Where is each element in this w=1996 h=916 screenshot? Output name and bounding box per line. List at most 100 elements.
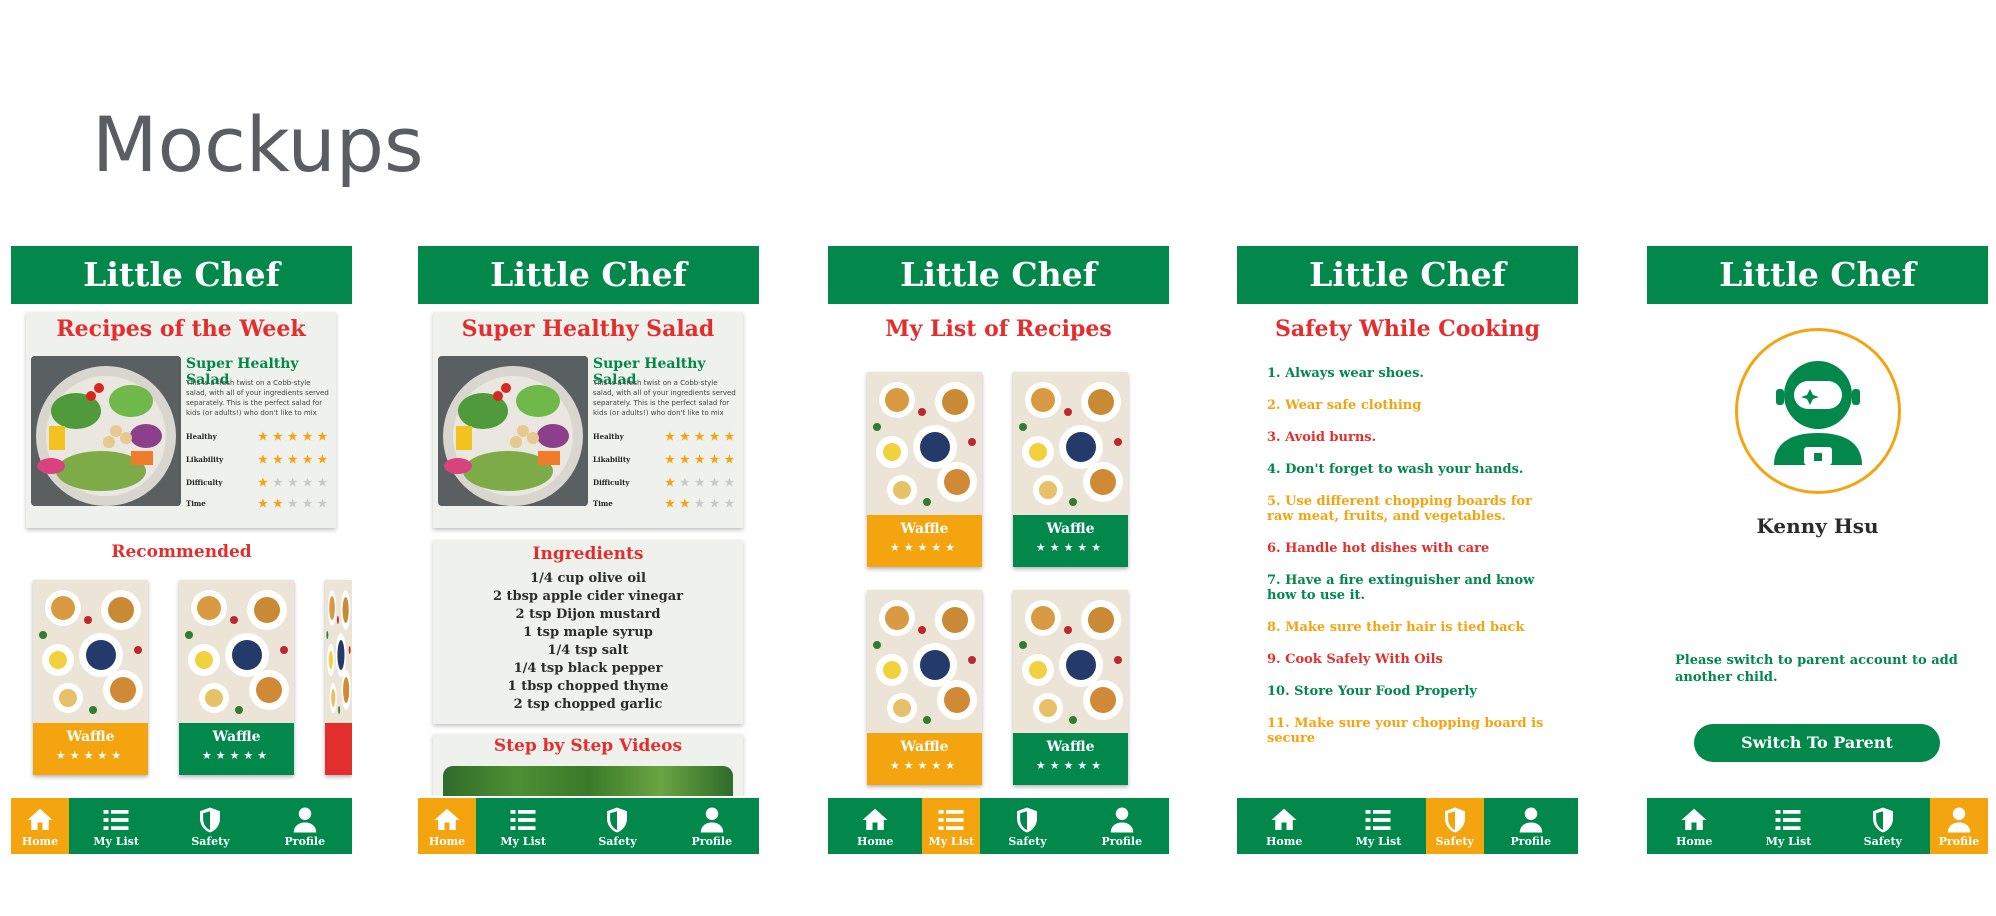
rating-label: Time [593, 499, 613, 508]
ingredient-item: 2 tsp Dijon mustard [515, 607, 661, 622]
ingredient-item: 2 tbsp apple cider vinegar [492, 589, 684, 604]
waffle-card-partial[interactable] [325, 580, 352, 775]
nav-profile[interactable]: Profile [665, 798, 759, 854]
safety-tip: 10. Store Your Food Properly [1267, 684, 1477, 699]
ingredients-heading: Ingredients [532, 544, 644, 564]
waffle-card[interactable]: Waffle ★★★★★ [1013, 590, 1128, 785]
waffle-card[interactable]: Waffle ★★★★★ [867, 590, 982, 785]
nav-safety[interactable]: Safety [980, 798, 1074, 854]
nav-label: Safety [1008, 834, 1047, 848]
switch-account-note: Please switch to parent account to add a… [1675, 653, 1958, 685]
star-icon: ★ [665, 453, 675, 466]
star-icon: ★ [724, 476, 735, 489]
star-icon: ★ [272, 453, 283, 466]
nav-label: Profile [1101, 834, 1143, 848]
recipe-description: This is a fresh twist on a Cobb-style sa… [593, 379, 736, 417]
rating-label: Likability [593, 455, 631, 464]
rating-stars: ★ ★ ★ ★ ★ [258, 430, 327, 443]
shield-icon [1872, 807, 1893, 832]
star-icon: ★ [258, 497, 268, 510]
nav-home[interactable]: Home [1237, 798, 1331, 854]
star-icon: ★ [709, 430, 720, 443]
star-icon: ★ [302, 453, 313, 466]
nav-safety[interactable]: Safety [570, 798, 664, 854]
home-icon [434, 808, 460, 830]
switch-to-parent-button[interactable]: Switch To Parent [1694, 724, 1940, 762]
star-icon: ★ [665, 497, 675, 510]
star-icon: ★ [272, 430, 283, 443]
nav-my-list[interactable]: My List [69, 798, 163, 854]
nav-home[interactable]: Home [1647, 798, 1741, 854]
star-icon: ★ [679, 497, 690, 510]
nav-safety[interactable]: Safety [163, 798, 257, 854]
waffle-card[interactable]: Waffle ★★★★★ [1013, 372, 1128, 567]
rating-row: Healthy ★ ★ ★ ★ ★ [593, 430, 734, 443]
nav-profile[interactable]: Profile [1929, 798, 1988, 854]
safety-tip: 6. Handle hot dishes with care [1267, 541, 1490, 556]
bottom-nav: Home My List Safety Profile [1647, 798, 1988, 854]
waffle-label: Waffle ★★★★★ [867, 733, 982, 785]
nav-home[interactable]: Home [11, 798, 69, 854]
video-thumbnail[interactable] [443, 766, 733, 796]
rating-row: Time ★ ★ ★ ★ ★ [186, 497, 327, 510]
nav-label: Safety [1863, 834, 1902, 848]
card-stars: ★★★★★ [889, 541, 960, 554]
waffle-label [325, 723, 352, 775]
nav-profile[interactable]: Profile [258, 798, 352, 854]
rating-row: Likability ★ ★ ★ ★ ★ [186, 453, 327, 466]
nav-profile[interactable]: Profile [1075, 798, 1169, 854]
star-icon: ★ [724, 453, 735, 466]
videos-card[interactable]: Step by Step Videos [433, 734, 743, 796]
safety-heading: Safety While Cooking [1274, 316, 1541, 342]
safety-tip: 2. Wear safe clothing [1267, 398, 1422, 413]
nav-my-list[interactable]: My List [1741, 798, 1835, 854]
star-icon: ★ [317, 453, 328, 466]
rating-stars: ★ ★ ★ ★ ★ [665, 430, 734, 443]
waffle-card[interactable]: Waffle ★★★★★ [867, 372, 982, 567]
star-icon: ★ [724, 430, 735, 443]
star-icon: ★ [317, 476, 328, 489]
recipe-of-week-card[interactable]: Recipes of the Week Super Healthy Salad … [26, 312, 336, 528]
nav-label: Safety [1435, 834, 1474, 848]
star-icon: ★ [709, 497, 720, 510]
salad-photo [438, 356, 588, 506]
nav-label: My List [500, 834, 546, 848]
nav-my-list[interactable]: My List [476, 798, 570, 854]
phone-recipe-detail: Little Chef Super Healthy Salad Super He… [418, 246, 759, 854]
rating-stars: ★ ★ ★ ★ ★ [258, 476, 327, 489]
phone-my-list: Little Chef My List of Recipes Waffle ★★… [828, 246, 1169, 854]
nav-label: My List [93, 834, 139, 848]
star-icon: ★ [709, 476, 720, 489]
safety-tip: 4. Don't forget to wash your hands. [1267, 462, 1524, 477]
rating-row: Difficulty ★ ★ ★ ★ ★ [186, 476, 327, 489]
waffle-card[interactable]: Waffle ★★★★★ [179, 580, 294, 775]
nav-home[interactable]: Home [418, 798, 476, 854]
nav-profile[interactable]: Profile [1484, 798, 1578, 854]
nav-label: Home [428, 834, 466, 848]
shield-icon [200, 807, 221, 832]
star-icon: ★ [272, 476, 283, 489]
star-icon: ★ [272, 497, 283, 510]
card-title: Waffle [900, 521, 949, 537]
nav-my-list[interactable]: My List [1331, 798, 1425, 854]
waffle-card[interactable]: Waffle ★★★★★ [33, 580, 148, 775]
home-icon [27, 808, 53, 830]
ingredient-item: 1/4 tsp black pepper [513, 661, 663, 676]
nav-safety[interactable]: Safety [1836, 798, 1930, 854]
rating-label: Time [186, 499, 206, 508]
rating-label: Likability [186, 455, 224, 464]
star-icon: ★ [694, 497, 705, 510]
avatar[interactable] [1735, 328, 1901, 494]
star-icon: ★ [287, 453, 298, 466]
waffle-plate-illustration [867, 372, 982, 515]
nav-my-list[interactable]: My List [922, 798, 981, 854]
rating-stars: ★ ★ ★ ★ ★ [665, 453, 734, 466]
star-icon: ★ [694, 476, 705, 489]
nav-home[interactable]: Home [828, 798, 922, 854]
list-icon [510, 809, 536, 830]
app-header: Little Chef [1647, 246, 1988, 304]
my-list-heading: My List of Recipes [885, 316, 1112, 342]
ingredient-item: 2 tsp chopped garlic [513, 697, 663, 712]
nav-safety[interactable]: Safety [1425, 798, 1484, 854]
nav-label: Profile [691, 834, 733, 848]
